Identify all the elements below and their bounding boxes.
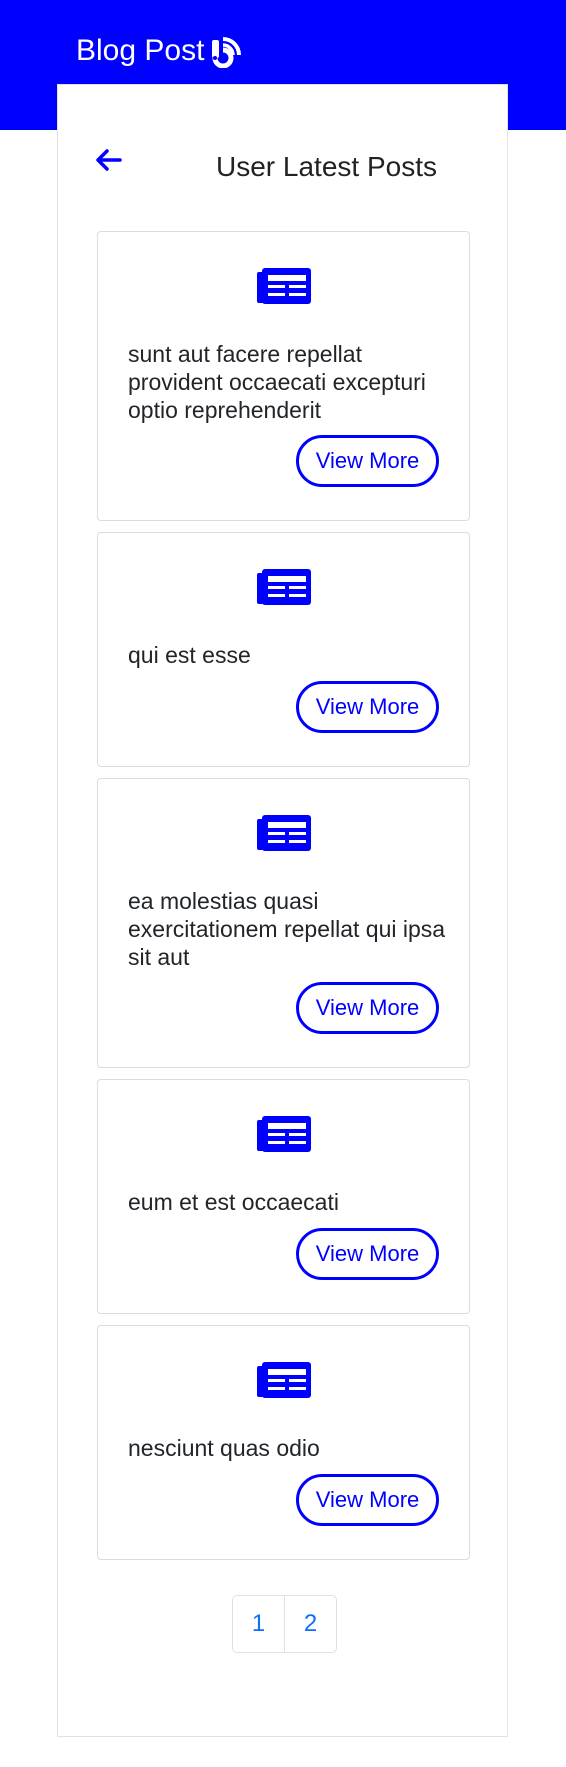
post-title: qui est esse (128, 642, 251, 668)
post-title: ea molestias quasi exercitationem repell… (128, 888, 446, 970)
page-link-1[interactable]: 1 (233, 1596, 284, 1652)
brand[interactable]: Blog Post (76, 30, 244, 72)
post-title: sunt aut facere repellat provident occae… (128, 341, 426, 423)
post-card: sunt aut facere repellat provident occae… (97, 231, 470, 521)
main-panel: User Latest Posts sunt aut facere repell… (57, 84, 508, 1737)
page-title: User Latest Posts (216, 151, 437, 182)
pagination: 1 2 (232, 1595, 337, 1653)
page-link-2[interactable]: 2 (284, 1596, 336, 1652)
newspaper-icon (257, 268, 311, 304)
view-more-button[interactable]: View More (296, 1228, 439, 1280)
post-card: qui est esse View More (97, 532, 470, 767)
post-card: ea molestias quasi exercitationem repell… (97, 778, 470, 1068)
post-card: nesciunt quas odio View More (97, 1325, 470, 1560)
rss-icon (212, 37, 242, 68)
newspaper-icon (257, 1116, 311, 1152)
view-more-button[interactable]: View More (296, 681, 439, 733)
post-title: eum et est occaecati (128, 1189, 339, 1215)
brand-text: Blog Post (76, 34, 205, 67)
view-more-button[interactable]: View More (296, 435, 439, 487)
arrow-left-icon[interactable] (94, 147, 122, 173)
post-card: eum et est occaecati View More (97, 1079, 470, 1314)
view-more-button[interactable]: View More (296, 1474, 439, 1526)
newspaper-icon (257, 569, 311, 605)
newspaper-icon (257, 815, 311, 851)
view-more-button[interactable]: View More (296, 982, 439, 1034)
post-title: nesciunt quas odio (128, 1435, 320, 1461)
newspaper-icon (257, 1362, 311, 1398)
